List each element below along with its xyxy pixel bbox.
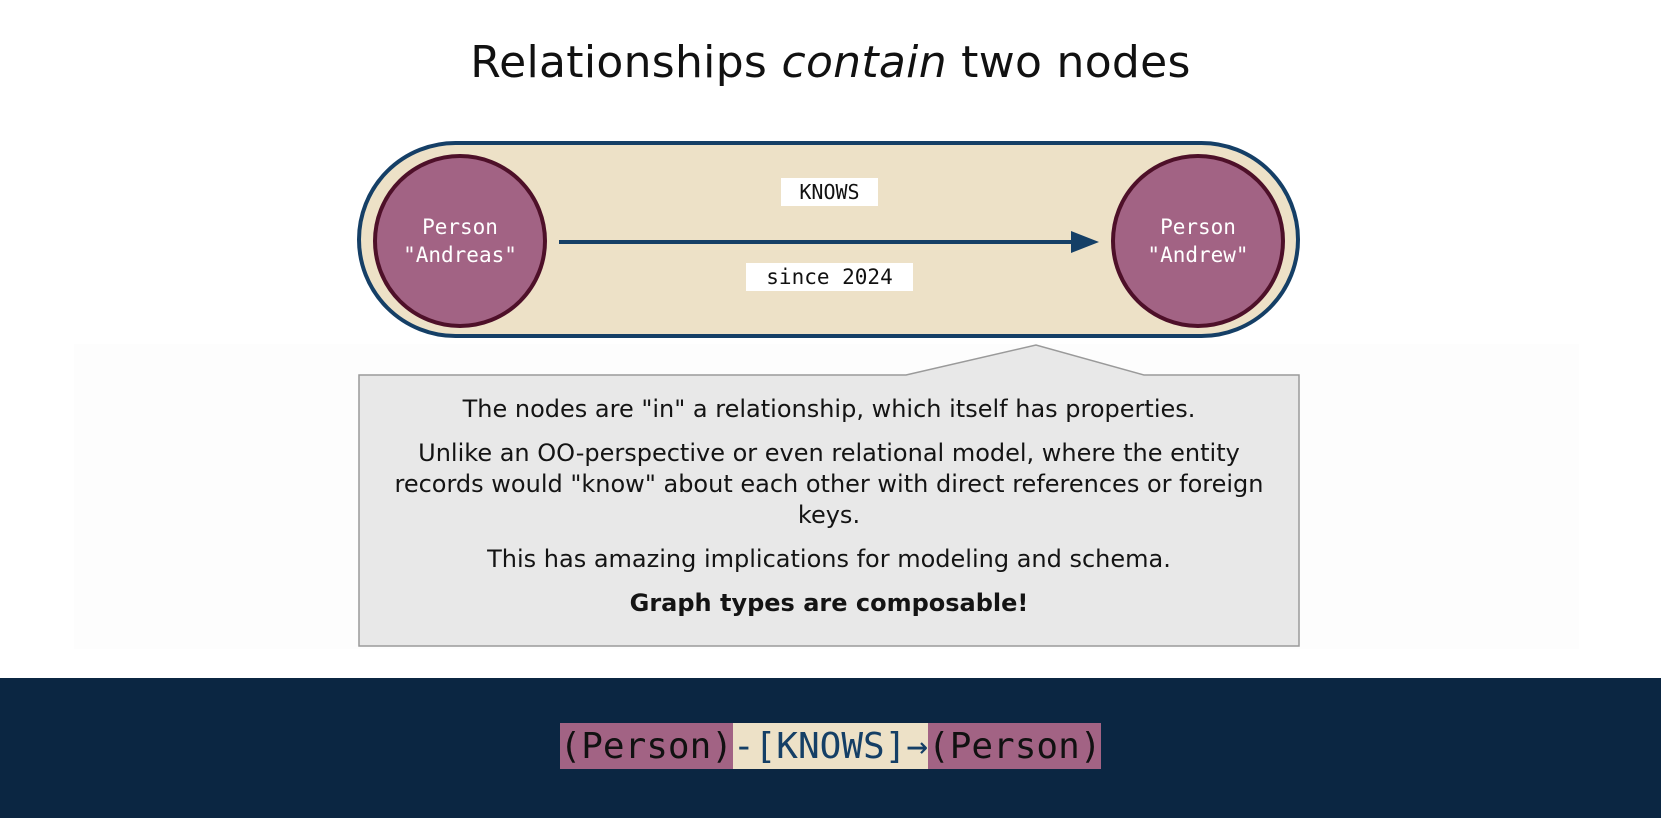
callout-paragraph: This has amazing implications for modeli…	[487, 545, 1171, 573]
pattern-relationship: -[KNOWS]→	[732, 723, 929, 769]
callout-emphasis: Graph types are composable!	[629, 589, 1029, 617]
callout-paragraph: The nodes are "in" a relationship, which…	[462, 395, 1196, 423]
pattern-right-node: (Person)	[928, 723, 1102, 769]
pattern-left-node: (Person)	[559, 723, 733, 769]
cypher-pattern: (Person) -[KNOWS]→ (Person)	[559, 723, 1102, 769]
callout-paragraph: Unlike an OO-perspective or even relatio…	[394, 439, 1264, 529]
callout-text: The nodes are "in" a relationship, which…	[359, 376, 1299, 646]
pattern-bar: (Person) -[KNOWS]→ (Person)	[0, 678, 1661, 818]
